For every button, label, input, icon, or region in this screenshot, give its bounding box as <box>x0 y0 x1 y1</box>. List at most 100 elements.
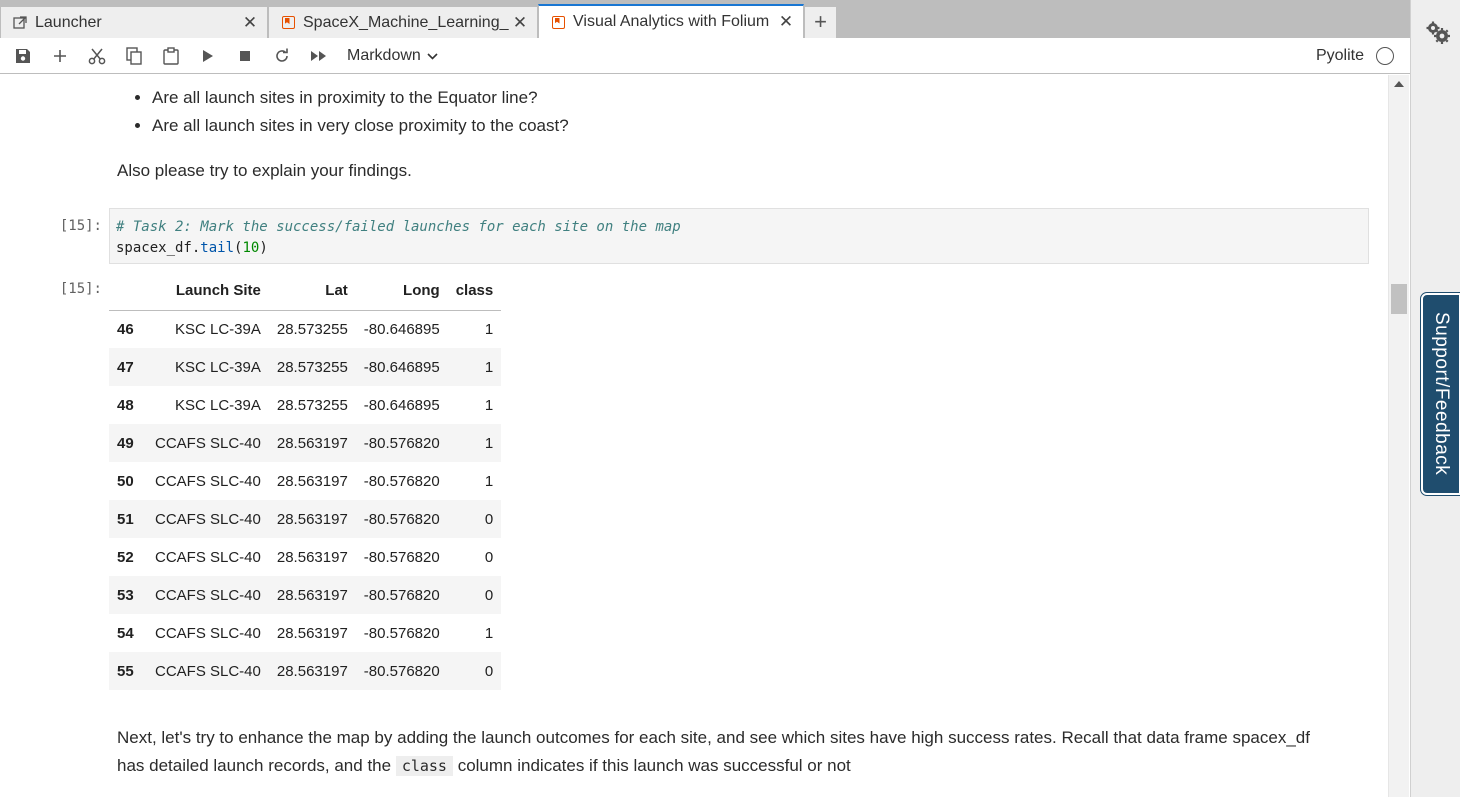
table-row: 48 KSC LC-39A 28.573255 -80.646895 1 <box>109 386 501 424</box>
cell-launch-site: CCAFS SLC-40 <box>155 548 261 566</box>
paragraph-text: column indicates if this launch was succ… <box>457 756 851 775</box>
stop-button[interactable] <box>226 38 263 74</box>
cell-long: -80.646895 <box>363 396 440 414</box>
cell-long: -80.576820 <box>363 624 440 642</box>
cell-class: 1 <box>447 424 502 462</box>
cell-lat: 28.573255 <box>276 396 348 414</box>
row-index: 49 <box>109 424 147 462</box>
cell-long: -80.576820 <box>355 652 448 690</box>
table-header-row: Launch Site Lat Long class <box>109 272 502 311</box>
run-all-button[interactable] <box>300 38 337 74</box>
table-row: 51 CCAFS SLC-40 28.563197 -80.576820 0 <box>109 500 502 538</box>
tab-visual-analytics[interactable]: Visual Analytics with Folium I ✕ <box>538 4 804 38</box>
cell-class: 0 <box>447 500 502 538</box>
markdown-question-list: Are all launch sites in proximity to the… <box>130 87 569 143</box>
table-row: 47 KSC LC-39A 28.573255 -80.646895 1 <box>109 348 502 386</box>
cell-lat: 28.563197 <box>268 576 356 614</box>
cell-long: -80.576820 <box>363 472 440 490</box>
restart-button[interactable] <box>263 38 300 74</box>
cell-long: -80.646895 <box>363 320 440 338</box>
input-prompt: [15]: <box>59 218 102 234</box>
scroll-up-icon[interactable] <box>1394 81 1404 87</box>
list-item: Are all launch sites in proximity to the… <box>152 87 569 115</box>
save-icon <box>15 48 30 63</box>
kernel-status-icon <box>1376 47 1394 65</box>
code-cell-editor[interactable]: # Task 2: Mark the success/failed launch… <box>109 208 1369 264</box>
fast-forward-icon <box>310 50 326 61</box>
cell-launch-site: KSC LC-39A <box>147 348 269 386</box>
scroll-thumb[interactable] <box>1391 284 1407 314</box>
column-header-index <box>109 272 147 311</box>
code-paren-close: ) <box>259 240 268 256</box>
column-header-lat: Lat <box>268 272 356 311</box>
cell-class: 1 <box>484 396 494 414</box>
notebook-panel[interactable]: Are all launch sites in proximity to the… <box>0 75 1388 797</box>
paragraph-line-2: has detailed launch records, and the cla… <box>117 752 1357 780</box>
refresh-icon <box>275 48 288 62</box>
settings-icon[interactable] <box>1425 20 1451 46</box>
cell-class: 1 <box>484 624 494 642</box>
run-button[interactable] <box>189 38 226 74</box>
cell-lat: 28.563197 <box>268 500 356 538</box>
cell-lat: 28.563197 <box>268 424 356 462</box>
table-row: 49 CCAFS SLC-40 28.563197 -80.576820 1 <box>109 424 502 462</box>
markdown-explain-text: Also please try to explain your findings… <box>117 161 412 180</box>
column-header-launch-site: Launch Site <box>147 272 269 311</box>
cell-long: -80.576820 <box>355 424 448 462</box>
dataframe-table: Launch Site Lat Long class 46 KSC LC-39A 2… <box>109 272 502 690</box>
vertical-scrollbar[interactable] <box>1388 75 1409 797</box>
copy-icon <box>125 46 142 65</box>
close-icon[interactable]: ✕ <box>239 13 261 33</box>
paragraph-line-1: Next, let's try to enhance the map by ad… <box>117 728 1310 747</box>
tab-label: Launcher <box>35 13 102 31</box>
cell-launch-site: CCAFS SLC-40 <box>155 472 261 490</box>
cell-launch-site: CCAFS SLC-40 <box>147 424 269 462</box>
kernel-name: Pyolite <box>1315 47 1364 64</box>
cell-long: -80.576820 <box>355 500 448 538</box>
support-feedback-button[interactable]: Support/Feedback <box>1421 293 1460 495</box>
row-index: 46 <box>117 320 134 338</box>
row-index: 48 <box>117 396 134 414</box>
save-button[interactable] <box>4 38 41 74</box>
cell-long: -80.576820 <box>363 548 440 566</box>
column-header-class: class <box>447 272 502 311</box>
cell-class: 1 <box>447 348 502 386</box>
code-object: spacex_df. <box>116 240 201 256</box>
code-function: tail <box>200 240 235 256</box>
cell-launch-site: CCAFS SLC-40 <box>155 624 261 642</box>
column-header-long: Long <box>355 272 448 311</box>
notebook-toolbar: Markdown Pyolite <box>0 38 1410 74</box>
add-cell-button[interactable] <box>41 38 78 74</box>
paste-button[interactable] <box>152 38 189 74</box>
tab-label: SpaceX_Machine_Learning_P <box>303 13 509 31</box>
stop-icon <box>239 50 250 61</box>
table-row: 52 CCAFS SLC-40 28.563197 -80.576820 0 <box>109 538 501 576</box>
kernel-indicator[interactable]: Pyolite <box>1316 38 1394 74</box>
row-index: 55 <box>109 652 147 690</box>
cut-button[interactable] <box>78 38 115 74</box>
launcher-icon <box>13 15 27 30</box>
cell-class: 0 <box>447 652 502 690</box>
close-icon[interactable]: ✕ <box>509 13 531 33</box>
cell-long: -80.646895 <box>355 348 448 386</box>
close-icon[interactable]: ✕ <box>775 12 797 32</box>
add-tab-button[interactable]: + <box>804 6 837 38</box>
table-row: 53 CCAFS SLC-40 28.563197 -80.576820 0 <box>109 576 502 614</box>
clipboard-icon <box>162 46 179 65</box>
tab-spacex-ml[interactable]: SpaceX_Machine_Learning_P ✕ <box>268 6 538 38</box>
tab-bar: Launcher ✕ SpaceX_Machine_Learning_P ✕ V… <box>0 0 1410 38</box>
cell-lat: 28.563197 <box>276 624 348 642</box>
cell-launch-site: KSC LC-39A <box>175 396 261 414</box>
paragraph-text: has detailed launch records, and the <box>117 756 392 775</box>
cell-long: -80.576820 <box>355 576 448 614</box>
cell-lat: 28.563197 <box>276 548 348 566</box>
table-row: 46 KSC LC-39A 28.573255 -80.646895 1 <box>109 310 501 348</box>
table-row: 55 CCAFS SLC-40 28.563197 -80.576820 0 <box>109 652 502 690</box>
tab-launcher[interactable]: Launcher ✕ <box>0 6 268 38</box>
tab-label: Visual Analytics with Folium I <box>573 13 775 30</box>
cell-lat: 28.563197 <box>268 652 356 690</box>
code-line-comment: # Task 2: Mark the success/failed launch… <box>116 219 681 235</box>
copy-button[interactable] <box>115 38 152 74</box>
cell-type-dropdown[interactable]: Markdown <box>347 47 438 65</box>
cell-lat: 28.573255 <box>276 320 348 338</box>
